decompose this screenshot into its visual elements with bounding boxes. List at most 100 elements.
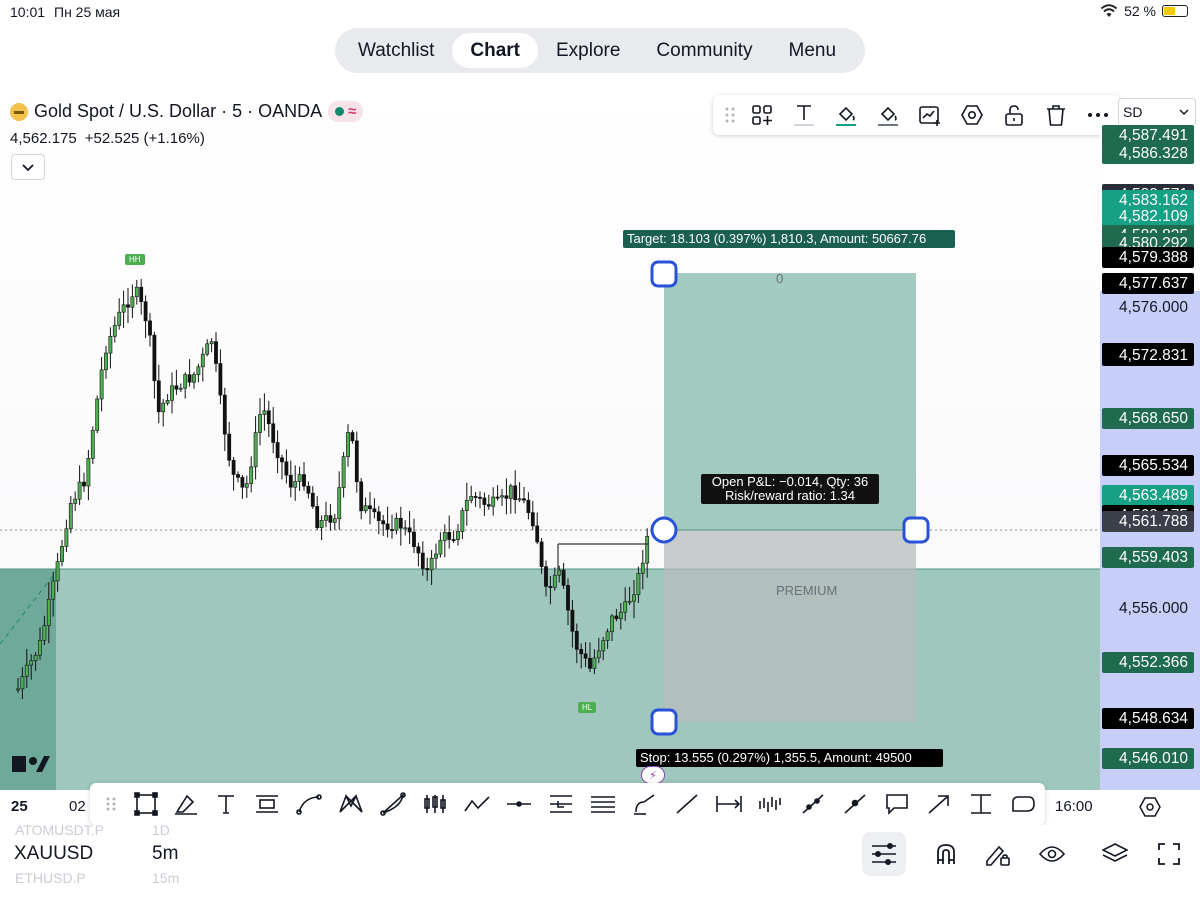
- flash-icon[interactable]: ⚡: [641, 766, 665, 784]
- arrow-tool-icon[interactable]: [918, 783, 960, 825]
- long-position-icon[interactable]: [540, 783, 582, 825]
- candle-body: [561, 569, 566, 586]
- price-axis-label: 4,552.366: [1102, 652, 1194, 674]
- candle-body: [341, 456, 346, 488]
- candle-body: [218, 363, 223, 396]
- tab-menu[interactable]: Menu: [771, 33, 855, 68]
- candle-body: [55, 561, 60, 582]
- parallel-channel-icon[interactable]: [582, 783, 624, 825]
- candle-body: [478, 496, 482, 499]
- currency-value: SD: [1123, 104, 1143, 120]
- candle-tool-icon[interactable]: [414, 783, 456, 825]
- status-date: Пн 25 мая: [54, 4, 121, 20]
- target-handle[interactable]: [650, 260, 678, 288]
- candle-body: [552, 574, 557, 588]
- candle-body: [420, 552, 425, 569]
- symbol-header[interactable]: ▬ Gold Spot / U.S. Dollar · 5 · OANDA ≈: [10, 101, 364, 122]
- currency-select[interactable]: SD: [1118, 98, 1196, 126]
- candle-body: [407, 527, 412, 533]
- candle-body: [121, 304, 126, 313]
- horizontal-ray-icon[interactable]: [498, 783, 540, 825]
- price-label-tool-icon[interactable]: [246, 783, 288, 825]
- prev-timeframe[interactable]: 1D: [152, 822, 170, 838]
- polyline-tool-icon[interactable]: [456, 783, 498, 825]
- pnl-tooltip: Open P&L: −0.014, Qty: 36 Risk/reward ra…: [701, 474, 879, 504]
- object-settings-icon[interactable]: [951, 95, 993, 135]
- candle-body: [156, 380, 161, 413]
- next-timeframe[interactable]: 15m: [152, 870, 179, 886]
- draw-lock-button[interactable]: [975, 832, 1019, 876]
- candle-body: [425, 568, 430, 571]
- fill-color-icon[interactable]: [825, 95, 867, 135]
- collapse-legend-button[interactable]: [11, 154, 45, 180]
- candle-body: [187, 374, 192, 383]
- current-symbol[interactable]: XAUUSD: [14, 843, 93, 865]
- shape-tool-icon[interactable]: [1002, 783, 1044, 825]
- callout-tool-icon[interactable]: [876, 783, 918, 825]
- price-chart[interactable]: [0, 84, 1100, 790]
- chart-settings-icon[interactable]: [909, 95, 951, 135]
- drawing-toolbar: [713, 95, 1120, 135]
- brush-tool-icon[interactable]: [166, 783, 206, 825]
- next-symbol[interactable]: ETHUSD.P: [15, 870, 86, 886]
- candle-body: [504, 495, 509, 499]
- candle-body: [280, 457, 284, 463]
- drawing-tools-button[interactable]: [862, 832, 906, 876]
- fullscreen-button[interactable]: [1147, 832, 1191, 876]
- visibility-button[interactable]: [1030, 832, 1074, 876]
- loss-zone[interactable]: [664, 530, 916, 722]
- ray-tool-icon[interactable]: [792, 783, 834, 825]
- chart-canvas[interactable]: [0, 84, 1100, 790]
- candle-body: [583, 653, 588, 659]
- delete-icon[interactable]: [1035, 95, 1077, 135]
- time-axis-label: 02: [69, 798, 86, 815]
- tab-explore[interactable]: Explore: [538, 33, 638, 68]
- candle-body: [104, 352, 108, 371]
- candle-body: [513, 485, 518, 500]
- settings-icon[interactable]: [1138, 795, 1162, 819]
- layers-button[interactable]: [1093, 832, 1137, 876]
- symbol-title[interactable]: Gold Spot / U.S. Dollar · 5 · OANDA: [34, 101, 322, 122]
- price-axis-label: 4,546.010: [1102, 747, 1194, 769]
- bars-pattern-icon[interactable]: [750, 783, 792, 825]
- width-handle[interactable]: [902, 516, 930, 544]
- entry-handle[interactable]: [650, 516, 678, 544]
- candle-body: [64, 528, 69, 547]
- candle-body: [33, 654, 38, 662]
- anchored-vwap-icon[interactable]: [960, 783, 1002, 825]
- border-color-icon[interactable]: [867, 95, 909, 135]
- curve-tool-icon[interactable]: [288, 783, 330, 825]
- rectangle-tool-icon[interactable]: [126, 783, 166, 825]
- prev-symbol[interactable]: ATOMUSDT.P: [15, 822, 104, 838]
- tab-community[interactable]: Community: [638, 33, 770, 68]
- tab-watchlist[interactable]: Watchlist: [340, 33, 452, 68]
- current-timeframe[interactable]: 5m: [152, 843, 178, 865]
- market-status-badge[interactable]: ≈: [328, 101, 364, 122]
- top-nav: Watchlist Chart Explore Community Menu: [335, 28, 865, 73]
- risk-reward-line: Risk/reward ratio: 1.34: [724, 488, 856, 503]
- text-tool-icon[interactable]: [206, 783, 246, 825]
- tab-chart[interactable]: Chart: [452, 33, 538, 68]
- unlock-icon[interactable]: [993, 95, 1035, 135]
- candle-body: [403, 527, 408, 530]
- stop-handle[interactable]: [650, 708, 678, 736]
- candle-body: [632, 594, 636, 602]
- date-range-icon[interactable]: [708, 783, 750, 825]
- text-color-icon[interactable]: [783, 95, 825, 135]
- arc-tool-icon[interactable]: [372, 783, 414, 825]
- time-axis-label-right: 16:00: [1055, 798, 1093, 815]
- candle-body: [544, 566, 548, 587]
- candle-body: [284, 461, 289, 476]
- drag-grip-icon[interactable]: [719, 95, 741, 135]
- candle-body: [473, 496, 478, 498]
- add-to-template-icon[interactable]: [741, 95, 783, 135]
- candle-body: [205, 343, 210, 355]
- pattern-tool-icon[interactable]: [330, 783, 372, 825]
- magnet-button[interactable]: [924, 832, 968, 876]
- pencil-tool-icon[interactable]: [624, 783, 666, 825]
- extended-line-icon[interactable]: [834, 783, 876, 825]
- price-axis[interactable]: 4,587.4914,586.3284,583.5714,583.1624,58…: [1100, 124, 1200, 790]
- drag-grip-icon[interactable]: [96, 783, 126, 825]
- layers-icon: [1102, 843, 1128, 862]
- trend-line-icon[interactable]: [666, 783, 708, 825]
